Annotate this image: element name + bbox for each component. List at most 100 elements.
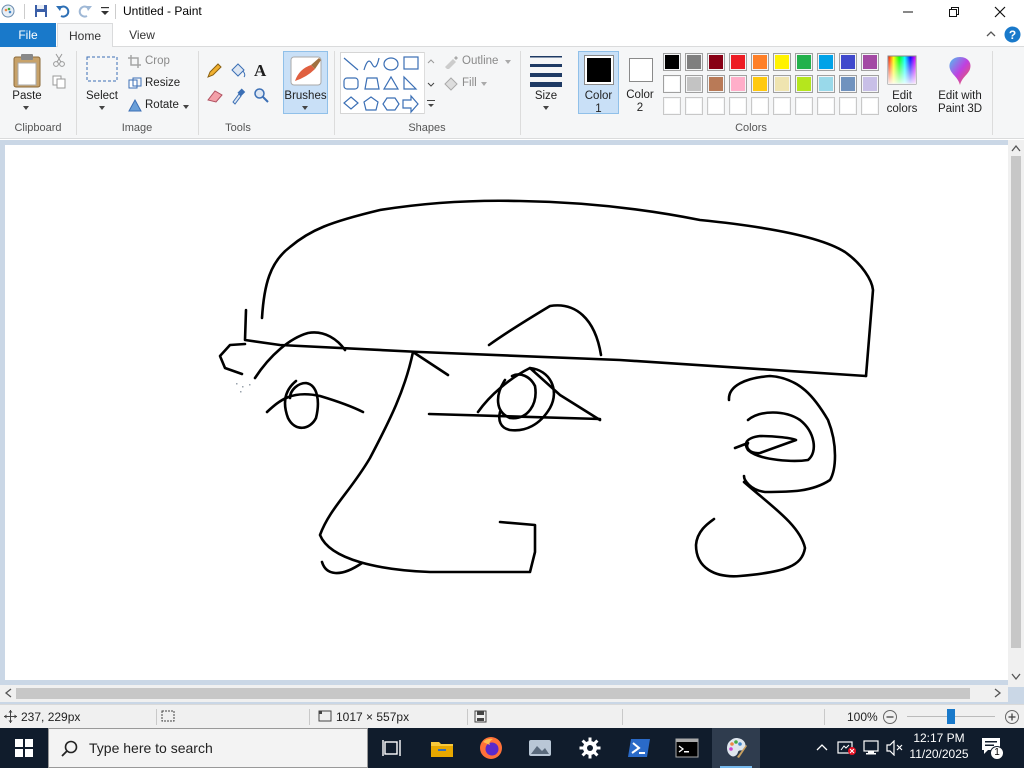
volume-muted-icon[interactable] — [885, 740, 905, 756]
vertical-scrollbar[interactable] — [1008, 140, 1024, 687]
help-icon[interactable]: ? — [1004, 26, 1021, 43]
size-icon[interactable] — [529, 53, 563, 87]
fill-button[interactable]: Fill — [462, 77, 477, 89]
zoom-slider-thumb[interactable] — [947, 709, 955, 724]
clock[interactable]: 12:17 PM 11/20/2025 — [906, 731, 972, 761]
rotate-dropdown-icon[interactable] — [182, 104, 190, 110]
size-dropdown-icon[interactable] — [542, 105, 550, 111]
rotate-icon[interactable] — [128, 99, 142, 112]
palette-swatch[interactable] — [751, 53, 769, 71]
palette-swatch[interactable] — [817, 75, 835, 93]
palette-swatch[interactable] — [839, 75, 857, 93]
task-view-button[interactable] — [368, 728, 416, 768]
save-icon[interactable] — [33, 3, 49, 19]
paint3d-icon[interactable] — [946, 55, 974, 87]
resize-icon[interactable] — [128, 77, 142, 90]
paste-button[interactable]: Paste — [8, 90, 46, 103]
palette-swatch[interactable] — [773, 97, 791, 115]
cut-icon[interactable] — [52, 53, 66, 67]
palette-swatch[interactable] — [663, 53, 681, 71]
file-explorer-taskbar-button[interactable] — [418, 728, 466, 768]
pencil-icon[interactable] — [206, 63, 222, 79]
select-icon[interactable] — [86, 56, 118, 82]
palette-swatch[interactable] — [707, 75, 725, 93]
outline-button[interactable]: Outline — [462, 55, 498, 67]
palette-swatch[interactable] — [817, 97, 835, 115]
zoom-out-icon[interactable] — [882, 709, 898, 725]
edit-colors-icon[interactable] — [887, 55, 917, 85]
scroll-right-icon[interactable] — [994, 688, 1002, 698]
palette-swatch[interactable] — [861, 97, 879, 115]
photos-taskbar-button[interactable] — [516, 728, 564, 768]
crop-button[interactable]: Crop — [145, 55, 170, 67]
color-picker-icon[interactable] — [230, 87, 246, 105]
select-dropdown-icon[interactable] — [98, 105, 106, 111]
redo-icon[interactable] — [77, 3, 93, 19]
drawing-canvas[interactable] — [5, 145, 1008, 680]
palette-swatch[interactable] — [839, 53, 857, 71]
palette-swatch[interactable] — [685, 53, 703, 71]
powershell-taskbar-button[interactable] — [615, 728, 663, 768]
palette-swatch[interactable] — [685, 75, 703, 93]
select-button[interactable]: Select — [82, 90, 122, 103]
fill-bucket-icon[interactable] — [229, 63, 247, 79]
brushes-button[interactable]: Brushes — [283, 51, 328, 114]
fill-dropdown-icon[interactable] — [480, 81, 488, 87]
palette-swatch[interactable] — [707, 53, 725, 71]
palette-swatch[interactable] — [729, 75, 747, 93]
terminal-taskbar-button[interactable] — [663, 728, 711, 768]
text-tool-icon[interactable]: A — [253, 61, 269, 79]
palette-swatch[interactable] — [663, 97, 681, 115]
scroll-down-icon[interactable] — [1011, 673, 1021, 681]
edit-with-paint3d-button[interactable]: Edit with Paint 3D — [932, 90, 988, 116]
palette-swatch[interactable] — [861, 53, 879, 71]
show-hidden-icons-icon[interactable] — [816, 742, 828, 752]
fill-icon[interactable] — [443, 77, 459, 91]
zoom-in-icon[interactable] — [1004, 709, 1020, 725]
paint-app-icon[interactable] — [0, 3, 16, 19]
edit-colors-button[interactable]: Edit colors — [880, 90, 924, 116]
paste-dropdown-icon[interactable] — [22, 105, 30, 111]
palette-swatch[interactable] — [773, 53, 791, 71]
palette-swatch[interactable] — [685, 97, 703, 115]
restore-button[interactable] — [931, 0, 977, 23]
palette-swatch[interactable] — [729, 53, 747, 71]
paste-icon[interactable] — [11, 53, 43, 89]
color1-button[interactable]: Color 1 — [578, 51, 619, 115]
outline-dropdown-icon[interactable] — [504, 59, 512, 65]
vertical-scroll-thumb[interactable] — [1011, 156, 1021, 648]
collapse-ribbon-icon[interactable] — [985, 28, 997, 40]
copy-icon[interactable] — [52, 75, 66, 89]
firefox-taskbar-button[interactable] — [467, 728, 515, 768]
palette-swatch[interactable] — [707, 97, 725, 115]
security-alert-icon[interactable] — [837, 740, 857, 756]
size-button[interactable]: Size — [526, 90, 566, 103]
rotate-button[interactable]: Rotate — [145, 99, 179, 111]
palette-swatch[interactable] — [751, 75, 769, 93]
magnifier-icon[interactable] — [253, 87, 269, 103]
tab-home[interactable]: Home — [57, 23, 113, 48]
scroll-left-icon[interactable] — [4, 688, 12, 698]
minimize-button[interactable] — [885, 0, 931, 23]
palette-swatch[interactable] — [751, 97, 769, 115]
palette-swatch[interactable] — [729, 97, 747, 115]
network-icon[interactable] — [862, 740, 880, 756]
resize-button[interactable]: Resize — [145, 77, 180, 89]
taskbar-search-box[interactable]: Type here to search — [48, 728, 368, 768]
settings-taskbar-button[interactable] — [566, 728, 614, 768]
tab-view[interactable]: View — [115, 23, 169, 47]
palette-swatch[interactable] — [795, 53, 813, 71]
palette-swatch[interactable] — [773, 75, 791, 93]
paint-taskbar-button[interactable] — [712, 728, 760, 768]
eraser-icon[interactable] — [206, 89, 224, 103]
palette-swatch[interactable] — [839, 97, 857, 115]
horizontal-scroll-thumb[interactable] — [16, 688, 970, 699]
close-button[interactable] — [977, 0, 1023, 23]
palette-swatch[interactable] — [663, 75, 681, 93]
shapes-scroll[interactable] — [424, 52, 436, 114]
palette-swatch[interactable] — [795, 97, 813, 115]
crop-icon[interactable] — [128, 55, 141, 68]
palette-swatch[interactable] — [817, 53, 835, 71]
outline-icon[interactable] — [443, 55, 459, 69]
palette-swatch[interactable] — [861, 75, 879, 93]
